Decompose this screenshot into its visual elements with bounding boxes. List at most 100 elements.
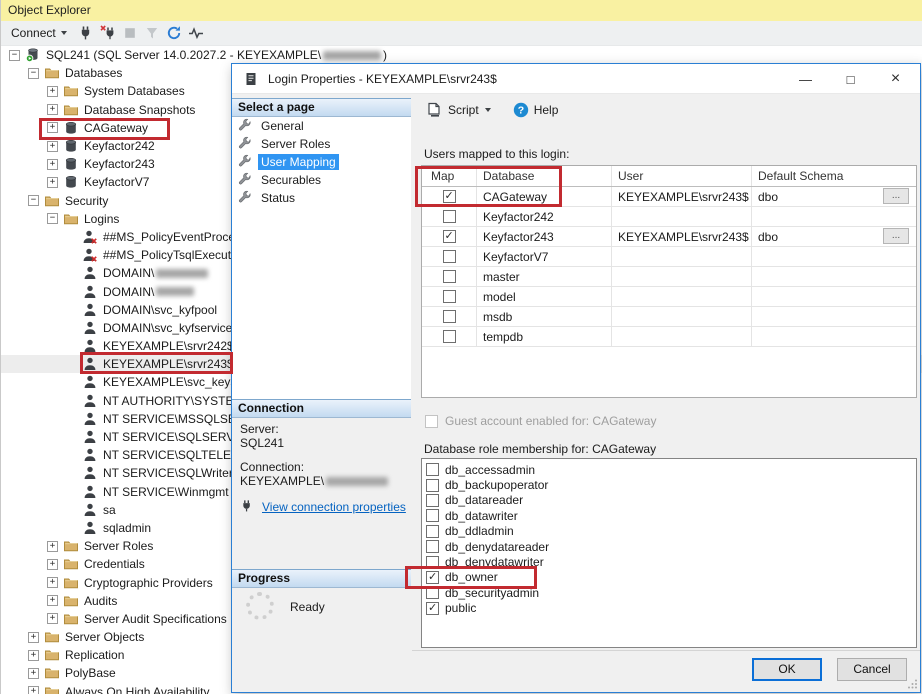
activity-monitor-button[interactable] (185, 23, 207, 43)
page-item-status[interactable]: Status (232, 189, 411, 207)
page-item-securables[interactable]: Securables (232, 171, 411, 189)
role-item-db-ddladmin[interactable]: db_ddladmin (422, 524, 916, 539)
folder-icon (44, 629, 60, 645)
connection-value: KEYEXAMPLE\ (240, 474, 390, 488)
tree-node-label: CAGateway (84, 121, 148, 135)
expand-icon[interactable]: + (47, 122, 58, 133)
collapse-icon[interactable]: − (47, 213, 58, 224)
view-connection-properties-link[interactable]: View connection properties (262, 500, 406, 514)
map-checkbox[interactable] (443, 230, 456, 243)
expand-icon[interactable]: + (47, 577, 58, 588)
role-item-db-accessadmin[interactable]: db_accessadmin (422, 462, 916, 477)
expand-icon[interactable]: + (47, 104, 58, 115)
role-item-db-securityadmin[interactable]: db_securityadmin (422, 585, 916, 600)
connect-button[interactable]: Connect (6, 24, 74, 42)
expand-icon[interactable]: + (47, 86, 58, 97)
role-item-db-owner[interactable]: db_owner (422, 570, 916, 585)
role-checkbox[interactable] (426, 525, 439, 538)
expand-icon[interactable]: + (47, 613, 58, 624)
map-cell (422, 307, 477, 326)
expand-icon[interactable]: + (47, 559, 58, 570)
role-checkbox[interactable] (426, 509, 439, 522)
collapse-icon[interactable]: − (28, 68, 39, 79)
script-button[interactable]: Script (422, 100, 495, 120)
map-checkbox[interactable] (443, 190, 456, 203)
mapping-table-body: CAGatewayKEYEXAMPLE\srvr243$dbo...Keyfac… (422, 187, 916, 347)
collapse-icon[interactable]: − (28, 195, 39, 206)
role-item-public[interactable]: public (422, 601, 916, 616)
redacted-text (323, 51, 381, 60)
script-icon (426, 102, 442, 118)
expand-icon[interactable]: + (28, 650, 39, 661)
user-cell (612, 207, 752, 226)
user-icon (82, 520, 98, 536)
role-item-db-denydatareader[interactable]: db_denydatareader (422, 539, 916, 554)
browse-schema-button[interactable]: ... (883, 228, 909, 244)
role-item-db-datareader[interactable]: db_datareader (422, 493, 916, 508)
expand-icon[interactable]: + (47, 159, 58, 170)
user-mapping-table: MapDatabaseUserDefault Schema CAGatewayK… (421, 165, 917, 398)
role-checkbox[interactable] (426, 602, 439, 615)
stop-button[interactable] (119, 23, 141, 43)
browse-schema-button[interactable]: ... (883, 188, 909, 204)
expand-icon[interactable]: + (28, 632, 39, 643)
database-cell: master (477, 267, 612, 286)
mapping-row-model[interactable]: model (422, 287, 916, 307)
mapping-row-keyfactor242[interactable]: Keyfactor242 (422, 207, 916, 227)
mapping-row-keyfactorv7[interactable]: KeyfactorV7 (422, 247, 916, 267)
expand-icon[interactable]: + (47, 541, 58, 552)
page-item-user-mapping[interactable]: User Mapping (232, 153, 411, 171)
resize-grip[interactable] (906, 678, 918, 690)
connect-icon (78, 25, 94, 41)
minimize-button[interactable]: — (783, 64, 828, 94)
role-checkbox[interactable] (426, 540, 439, 553)
expand-icon[interactable]: + (47, 177, 58, 188)
expand-icon[interactable]: + (47, 141, 58, 152)
page-item-server-roles[interactable]: Server Roles (232, 135, 411, 153)
mapping-row-tempdb[interactable]: tempdb (422, 327, 916, 347)
role-item-db-backupoperator[interactable]: db_backupoperator (422, 477, 916, 492)
ok-button[interactable]: OK (752, 658, 822, 681)
tree-node-sql241-sql-server-14-0-2027-2-keyexample[interactable]: −SQL241 (SQL Server 14.0.2027.2 - KEYEXA… (1, 46, 922, 64)
role-checkbox[interactable] (426, 571, 439, 584)
filter-button[interactable] (141, 23, 163, 43)
map-checkbox[interactable] (443, 330, 456, 343)
role-checkbox[interactable] (426, 479, 439, 492)
role-label: db_datawriter (445, 509, 518, 523)
maximize-button[interactable]: □ (828, 64, 873, 94)
redacted-text (156, 287, 194, 296)
expand-icon[interactable]: + (28, 668, 39, 679)
close-button[interactable]: × (873, 64, 918, 94)
role-checkbox[interactable] (426, 494, 439, 507)
map-checkbox[interactable] (443, 290, 456, 303)
folder-icon (63, 575, 79, 591)
wrench-icon (238, 136, 254, 152)
collapse-icon[interactable]: − (9, 50, 20, 61)
role-checkbox[interactable] (426, 463, 439, 476)
tree-node-label: DOMAIN\svc_kyfservice (103, 321, 232, 335)
wrench-icon (238, 172, 254, 188)
mapping-row-keyfactor243[interactable]: Keyfactor243KEYEXAMPLE\srvr243$dbo... (422, 227, 916, 247)
map-checkbox[interactable] (443, 210, 456, 223)
expand-icon[interactable]: + (28, 686, 39, 694)
default-schema-cell (752, 287, 916, 306)
connect-button[interactable] (75, 23, 97, 43)
role-item-db-datawriter[interactable]: db_datawriter (422, 508, 916, 523)
dialog-content-pane: Script ? Help Users mapped to this login… (412, 95, 920, 692)
role-item-db-denydatawriter[interactable]: db_denydatawriter (422, 554, 916, 569)
help-button[interactable]: ? Help (509, 100, 563, 120)
mapping-row-msdb[interactable]: msdb (422, 307, 916, 327)
expand-icon[interactable]: + (47, 595, 58, 606)
refresh-button[interactable] (163, 23, 185, 43)
map-checkbox[interactable] (443, 250, 456, 263)
role-label: db_denydatawriter (445, 555, 544, 569)
mapping-row-cagateway[interactable]: CAGatewayKEYEXAMPLE\srvr243$dbo... (422, 187, 916, 207)
role-checkbox[interactable] (426, 556, 439, 569)
disconnect-button[interactable] (97, 23, 119, 43)
cancel-button[interactable]: Cancel (837, 658, 907, 681)
map-checkbox[interactable] (443, 270, 456, 283)
role-checkbox[interactable] (426, 586, 439, 599)
page-item-general[interactable]: General (232, 117, 411, 135)
mapping-row-master[interactable]: master (422, 267, 916, 287)
map-checkbox[interactable] (443, 310, 456, 323)
